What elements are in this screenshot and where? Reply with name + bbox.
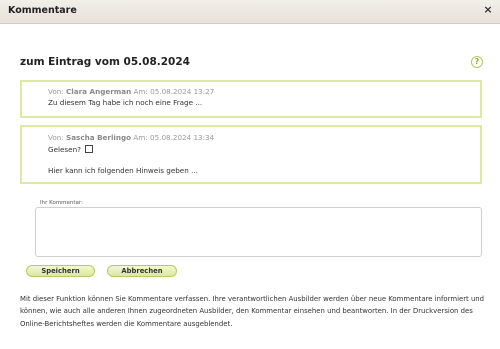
read-checkbox[interactable] [85,145,94,153]
help-icon[interactable]: ? [471,56,483,68]
save-button[interactable]: Speichern [26,265,95,277]
comment-date-label: Am: [133,87,148,96]
comment-from-label: Von: [48,133,64,142]
comment-meta: Von: Clara Angerman Am: 05.08.2024 13:27 [48,87,214,96]
comment-text: Zu diesem Tag habe ich noch eine Frage .… [48,98,203,107]
comment-input-label: Ihr Kommentar: [40,200,83,206]
comment-input[interactable] [35,207,482,257]
comment-date: 05.08.2024 13:34 [150,133,215,142]
comment-meta: Von: Sascha Berlingo Am: 05.08.2024 13:3… [48,133,214,142]
dialog-titlebar: Kommentare × [0,0,500,24]
read-row: Gelesen? [48,145,94,154]
comment-card: Von: Sascha Berlingo Am: 05.08.2024 13:3… [20,125,482,184]
comment-author: Clara Angerman [66,87,132,96]
dialog-title: Kommentare [8,5,77,16]
page-title: zum Eintrag vom 05.08.2024 [20,56,190,68]
comment-card: Von: Clara Angerman Am: 05.08.2024 13:27… [20,80,482,118]
comment-date-label: Am: [133,133,148,142]
comment-author: Sascha Berlingo [66,133,132,142]
cancel-button[interactable]: Abbrechen [107,265,177,277]
info-text: Mit dieser Funktion können Sie Kommentar… [20,295,485,328]
comment-text: Hier kann ich folgenden Hinweis geben ..… [48,166,198,175]
comment-from-label: Von: [48,87,64,96]
read-label: Gelesen? [48,145,81,154]
close-icon[interactable]: × [481,3,495,17]
comment-date: 05.08.2024 13:27 [150,87,215,96]
